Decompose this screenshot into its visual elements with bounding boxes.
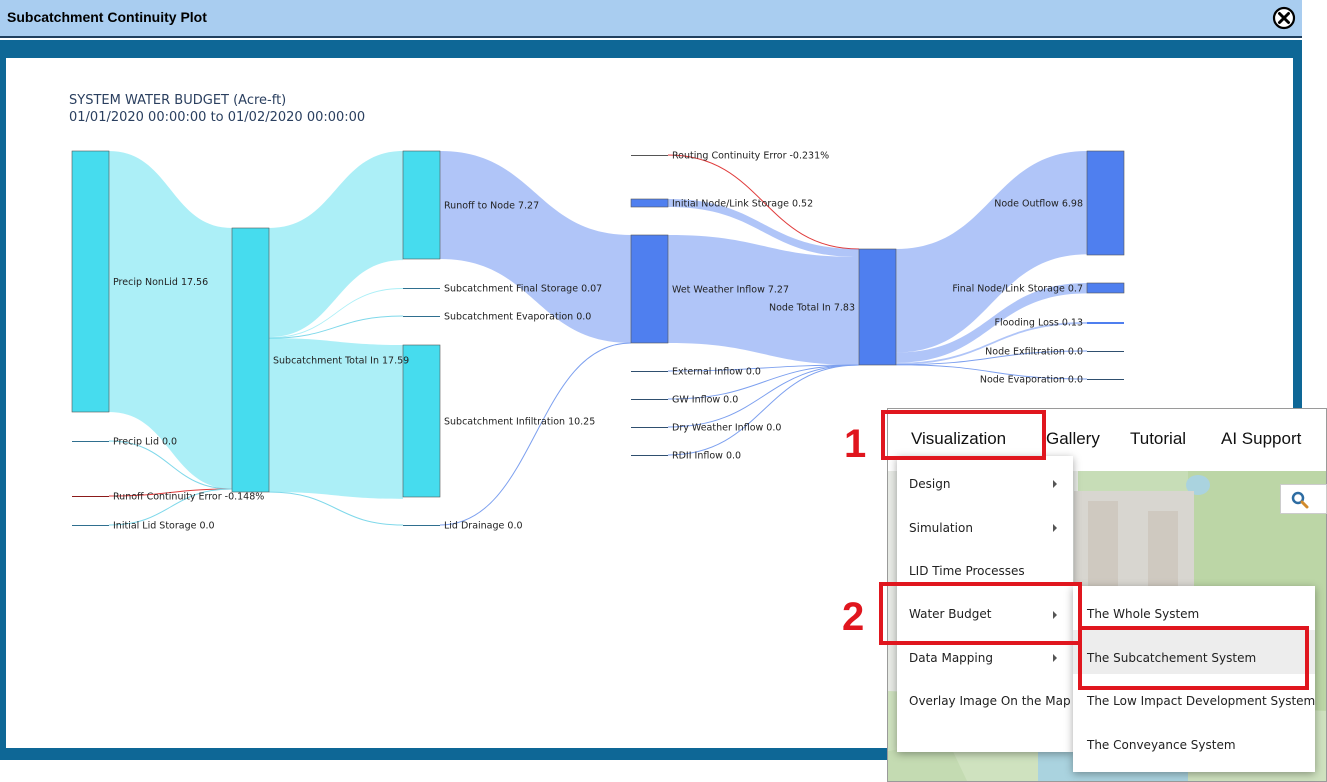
- sankey-label: External Inflow 0.0: [672, 367, 761, 378]
- sankey-node-rdii-inflow: [631, 455, 668, 456]
- annotation-number-1: 1: [844, 422, 866, 466]
- sankey-label: Precip Lid 0.0: [113, 437, 177, 448]
- sankey-label: Node Total In 7.83: [769, 303, 855, 314]
- sankey-label: Runoff Continuity Error -0.148%: [113, 492, 264, 503]
- sankey-label: Initial Node/Link Storage 0.52: [672, 199, 813, 210]
- sankey-node-wet-weather-inflow: [630, 234, 669, 344]
- window-title: Subcatchment Continuity Plot: [7, 9, 207, 25]
- sankey-node-gw-inflow: [631, 399, 668, 400]
- sankey-label: Precip NonLid 17.56: [113, 277, 208, 288]
- nav-gallery[interactable]: Gallery: [1046, 429, 1100, 449]
- sankey-node-node-total-in: [858, 248, 897, 366]
- chevron-right-icon: [1053, 654, 1057, 662]
- sankey-node-external-inflow: [631, 371, 668, 372]
- sankey-node-subcatch-final-storage: [403, 288, 440, 289]
- sankey-label: Flooding Loss 0.13: [995, 318, 1083, 329]
- sankey-node-final-node-link-storage: [1086, 282, 1125, 294]
- menu-item-overlay-image[interactable]: Overlay Image On the Map: [909, 694, 1071, 708]
- sankey-node-subcatch-total-in: [231, 227, 270, 493]
- chevron-right-icon: [1053, 524, 1057, 532]
- menu-item-data-mapping[interactable]: Data Mapping: [909, 651, 993, 665]
- sankey-label: Runoff to Node 7.27: [444, 201, 539, 212]
- sankey-node-node-evaporation: [1087, 379, 1124, 380]
- highlight-box-subcatchment: [1078, 626, 1309, 690]
- sankey-node-precip-nonlid: [71, 150, 110, 413]
- annotation-number-2: 2: [842, 595, 864, 639]
- sankey-label: Dry Weather Inflow 0.0: [672, 423, 781, 434]
- map-search-box[interactable]: [1280, 484, 1327, 514]
- highlight-box-visualization: [881, 410, 1046, 460]
- nav-ai-support[interactable]: AI Support: [1221, 429, 1301, 449]
- highlight-box-water-budget: [879, 582, 1082, 645]
- sankey-node-node-outflow: [1086, 150, 1125, 256]
- sankey-label: GW Inflow 0.0: [672, 395, 738, 406]
- sankey-label: Node Outflow 6.98: [994, 199, 1083, 210]
- sankey-label: Node Exfiltration 0.0: [985, 347, 1083, 358]
- sankey-node-lid-drainage: [403, 525, 440, 526]
- sankey-node-precip-lid: [72, 441, 109, 442]
- sankey-node-routing-cont-err: [631, 155, 668, 156]
- menu-item-design[interactable]: Design: [909, 477, 950, 491]
- sankey-node-runoff-cont-err: [72, 496, 109, 497]
- sankey-node-subcatch-infil: [402, 344, 441, 498]
- search-icon: [1291, 491, 1309, 509]
- sankey-label: Final Node/Link Storage 0.7: [952, 284, 1083, 295]
- submenu-whole-system[interactable]: The Whole System: [1087, 607, 1199, 621]
- annotation-numbers: 1 2: [842, 422, 866, 639]
- chart-subtitle: 01/01/2020 00:00:00 to 01/02/2020 00:00:…: [69, 110, 365, 125]
- sankey-link: [439, 342, 632, 526]
- sankey-label: Subcatchment Evaporation 0.0: [444, 312, 591, 323]
- sankey-label: Subcatchment Final Storage 0.07: [444, 284, 602, 295]
- sankey-node-flooding-loss: [1087, 322, 1124, 324]
- sankey-label: RDII Inflow 0.0: [672, 451, 741, 462]
- submenu-lid-system[interactable]: The Low Impact Development System: [1087, 694, 1315, 708]
- sankey-label: Initial Lid Storage 0.0: [113, 521, 215, 532]
- sankey-label: Lid Drainage 0.0: [444, 521, 523, 532]
- close-icon[interactable]: [1272, 6, 1296, 30]
- sankey-node-runoff-to-node: [402, 150, 441, 260]
- sankey-label: Routing Continuity Error -0.231%: [672, 151, 829, 162]
- sankey-node-init-lid-storage: [72, 525, 109, 526]
- sankey-node-dry-weather-inflow: [631, 427, 668, 428]
- menu-item-simulation[interactable]: Simulation: [909, 521, 973, 535]
- sankey-node-init-node-link-storage: [630, 198, 669, 208]
- sankey-node-node-exfiltration: [1087, 351, 1124, 352]
- submenu-conveyance-system[interactable]: The Conveyance System: [1087, 738, 1236, 752]
- sankey-label: Subcatchment Total In 17.59: [273, 356, 409, 367]
- chevron-right-icon: [1053, 480, 1057, 488]
- menu-item-lid-time-processes[interactable]: LID Time Processes: [909, 564, 1025, 578]
- sankey-node-subcatch-evap: [403, 316, 440, 317]
- sankey-label: Node Evaporation 0.0: [980, 375, 1083, 386]
- window-titlebar: Subcatchment Continuity Plot: [0, 0, 1302, 38]
- sankey-link: [269, 151, 403, 338]
- nav-tutorial[interactable]: Tutorial: [1130, 429, 1186, 449]
- sankey-label: Wet Weather Inflow 7.27: [672, 285, 789, 296]
- sankey-label: Subcatchment Infiltration 10.25: [444, 417, 595, 428]
- chart-title: SYSTEM WATER BUDGET (Acre-ft): [69, 93, 286, 108]
- sankey-link: [667, 364, 860, 456]
